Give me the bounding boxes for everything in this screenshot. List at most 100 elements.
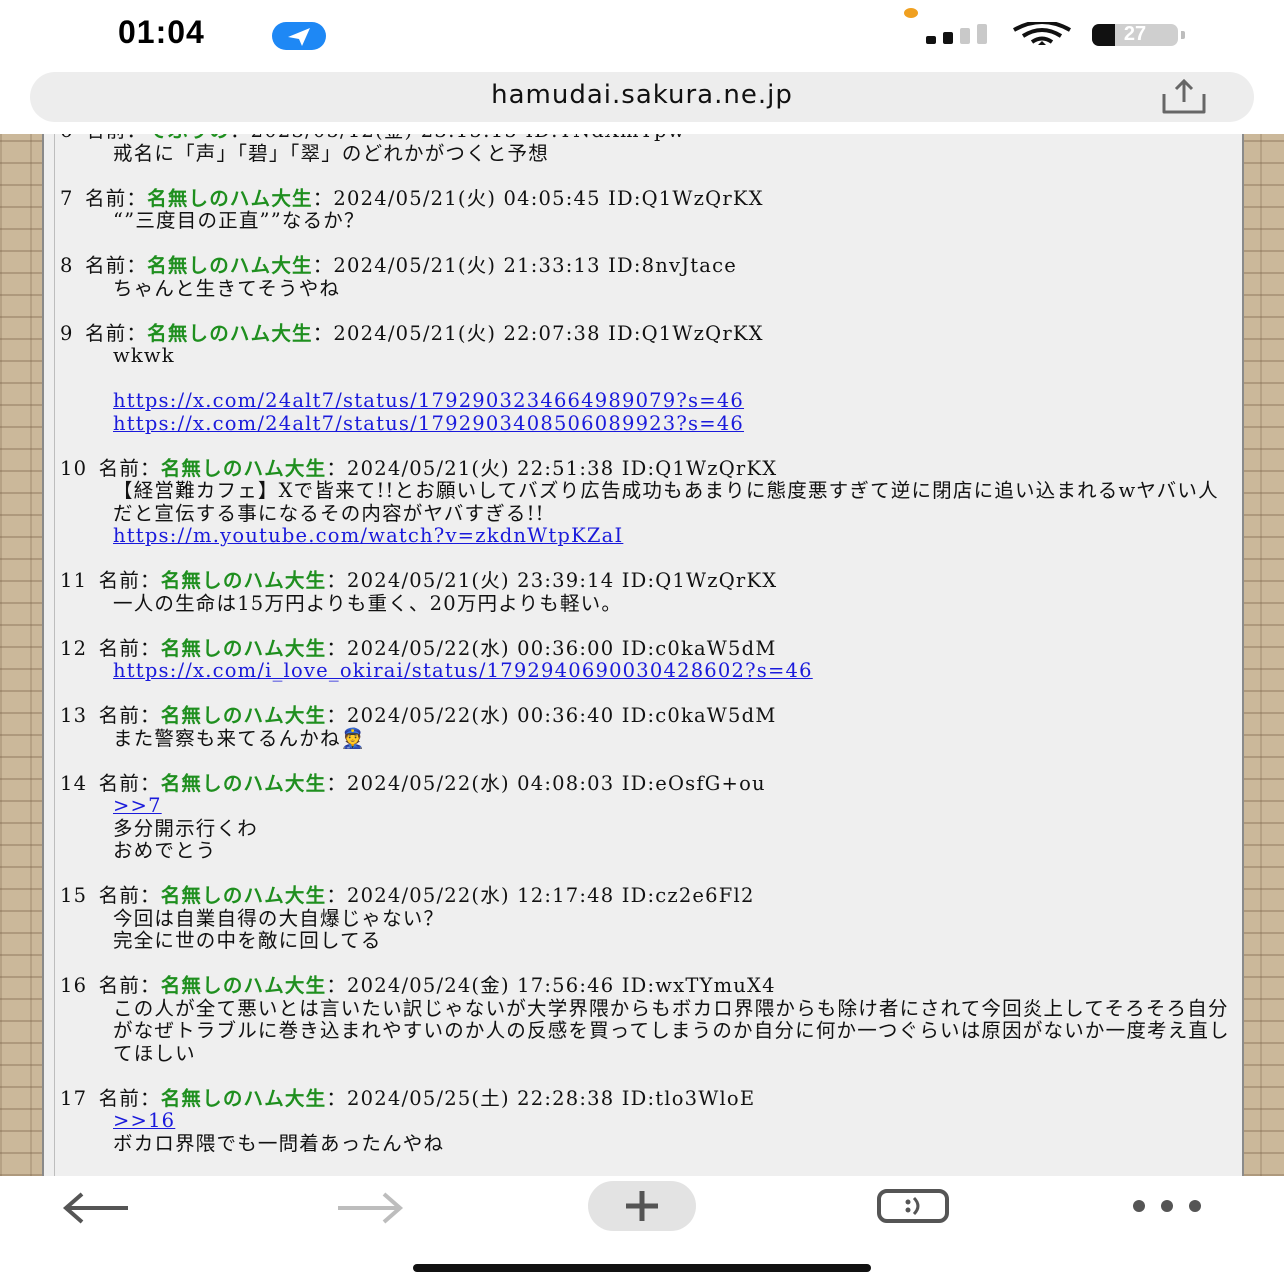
post-meta: ：2024/05/22(水) 00:36:40 ID:c0kaW5dM [326,704,777,727]
post-number: 17 [60,1086,88,1110]
post-line: ちゃんと生きてそうやね [113,276,1235,301]
post-name-label: 名前 [98,456,141,480]
post-text: ちゃんと生きてそうやね [113,276,341,300]
post-body: wkwk https://x.com/24alt7/status/17929032… [60,344,1235,436]
post: 15 名前：名無しのハム大生：2024/05/22(水) 12:17:48 ID… [60,884,1235,953]
post-header: 10 名前：名無しのハム大生：2024/05/21(火) 22:51:38 ID… [60,456,778,480]
post-body: 戒名に「声」「碧」「翠」のどれかがつくと予想 [60,142,1235,166]
post-text: ボカロ界隈でも一問着あったんやね [113,1131,445,1155]
post-number: 9 [60,321,74,345]
post-header: 11 名前：名無しのハム大生：2024/05/21(火) 23:39:14 ID… [60,569,778,592]
post-meta: ：2024/05/21(火) 23:39:14 ID:Q1WzQrKX [326,569,778,592]
post-meta: ：2024/05/21(火) 21:33:13 ID:8nvJtace [312,254,737,277]
post-link[interactable]: https://x.com/i_love_okirai/status/17929… [113,659,813,682]
cellular-signal-icon [926,24,987,44]
post-name-label: 名前 [98,884,141,907]
post-header: 9 名前：名無しのハム大生：2024/05/21(火) 22:07:38 ID:… [60,321,764,345]
post-header: 14 名前：名無しのハム大生：2024/05/22(水) 04:08:03 ID… [60,771,766,795]
tabs-icon[interactable] [876,1188,950,1224]
post-number: 16 [60,974,88,997]
post-header: 7 名前：名無しのハム大生：2024/05/21(火) 04:05:45 ID:… [60,186,764,210]
post-header: 13 名前：名無しのハム大生：2024/05/22(水) 00:36:40 ID… [60,704,777,727]
post-line: wkwk [113,344,1235,368]
post-number: 6 [60,134,74,142]
post-name-label: 名前 [85,186,127,210]
address-bar[interactable]: hamudai.sakura.ne.jp [30,72,1254,122]
post-meta: ：2024/05/21(火) 22:51:38 ID:Q1WzQrKX [326,456,778,480]
post-line: ボカロ界隈でも一問着あったんやね [113,1131,1235,1156]
post-author-name: 名無しのハム大生 [160,456,327,480]
thread-posts: 6 名前：てふりの：2023/05/12(金) 23:15:15 ID:TNdX… [60,134,1235,1176]
post-link[interactable]: https://x.com/24alt7/status/179290323466… [113,389,744,412]
post-link[interactable]: >>16 [113,1109,175,1132]
post-author-name: 名無しのハム大生 [160,1086,327,1110]
post: 9 名前：名無しのハム大生：2024/05/21(火) 22:07:38 ID:… [60,321,1235,436]
status-bar: 01:04 27 [0,0,1284,70]
post-meta: ：2024/05/25(土) 22:28:38 ID:tlo3WloE [326,1086,756,1110]
post-name-label: 名前 [85,254,127,277]
post-line: この人が全て悪いとは言いたい訳じゃないが大学界隈からもボカロ界隈からも除け者にさ… [113,997,1235,1066]
post-header: 12 名前：名無しのハム大生：2024/05/22(水) 00:36:00 ID… [60,636,777,660]
post-body: 一人の生命は15万円よりも重く、20万円よりも軽い。 [60,592,1235,616]
more-dots-icon[interactable] [1130,1198,1204,1214]
post: 14 名前：名無しのハム大生：2024/05/22(水) 04:08:03 ID… [60,771,1235,863]
post-meta: ：2024/05/21(火) 22:07:38 ID:Q1WzQrKX [312,321,764,345]
post-meta: ：2024/05/24(金) 17:56:46 ID:wxTYmuX4 [326,974,776,997]
post-body: 今回は自業自得の大自爆じゃない？ 完全に世の中を敵に回してる [60,907,1235,953]
post-line: https://x.com/i_love_okirai/status/17929… [113,659,1235,683]
post-author-name: 名無しのハム大生 [160,569,327,592]
post-body: ちゃんと生きてそうやね [60,276,1235,301]
post-line: 一人の生命は15万円よりも重く、20万円よりも軽い。 [113,592,1235,616]
post-text: 多分開示行くわ [113,816,258,840]
plus-icon[interactable] [588,1181,696,1231]
arrow-right-icon[interactable] [334,1188,406,1228]
battery-level: 27 [1123,24,1147,45]
post-name-label: 名前 [98,771,141,795]
post-meta: ：2024/05/22(水) 04:08:03 ID:eOsfG+ou [326,771,766,795]
post-link[interactable]: https://m.youtube.com/watch?v=zkdnWtpKZa… [113,524,623,547]
post-body: >>7 多分開示行くわ おめでとう [60,794,1235,863]
post-body: >>16 ボカロ界隈でも一問着あったんやね [60,1109,1235,1156]
post-line: 【経営難カフェ】Xで皆来て!!とお願いしてバズり広告成功もあまりに態度悪すぎて逆… [113,479,1235,525]
post-number: 14 [60,771,88,795]
share-icon[interactable] [1158,78,1210,116]
post: 6 名前：てふりの：2023/05/12(金) 23:15:15 ID:TNdX… [60,134,1235,165]
post-body: この人が全て悪いとは言いたい訳じゃないが大学界隈からもボカロ界隈からも除け者にさ… [60,997,1235,1066]
post-author-name: 名無しのハム大生 [160,771,327,795]
post-link[interactable]: https://x.com/24alt7/status/179290340850… [113,412,744,435]
home-indicator [413,1264,871,1272]
post: 8 名前：名無しのハム大生：2024/05/21(火) 21:33:13 ID:… [60,254,1235,301]
post-number: 12 [60,636,88,660]
post-author-name: 名無しのハム大生 [160,704,327,727]
post-meta: ：2024/05/21(火) 04:05:45 ID:Q1WzQrKX [312,186,764,210]
post-line: >>16 [113,1109,1235,1133]
post: 7 名前：名無しのハム大生：2024/05/21(火) 04:05:45 ID:… [60,186,1235,233]
thread-content: 6 名前：てふりの：2023/05/12(金) 23:15:15 ID:TNdX… [42,134,1244,1176]
url-text[interactable]: hamudai.sakura.ne.jp [30,80,1254,110]
post-body: “”三度目の正直””なるか？ [60,209,1235,233]
status-time: 01:04 [118,14,205,50]
post-line: 戒名に「声」「碧」「翠」のどれかがつくと予想 [113,142,1235,166]
post-line: https://x.com/24alt7/status/179290340850… [113,412,1235,436]
post-line: https://m.youtube.com/watch?v=zkdnWtpKZa… [113,524,1235,548]
post: 12 名前：名無しのハム大生：2024/05/22(水) 00:36:00 ID… [60,636,1235,683]
post-body: https://x.com/i_love_okirai/status/17929… [60,659,1235,683]
post-author-name: 名無しのハム大生 [147,321,313,345]
post-line: 完全に世の中を敵に回してる [113,929,1235,953]
post-author-name: 名無しのハム大生 [147,186,313,210]
web-page[interactable]: 6 名前：てふりの：2023/05/12(金) 23:15:15 ID:TNdX… [0,134,1284,1176]
post-author-name: 名無しのハム大生 [160,636,327,660]
post-name-label: 名前 [98,636,141,660]
post: 16 名前：名無しのハム大生：2024/05/24(金) 17:56:46 ID… [60,974,1235,1066]
post-header: 15 名前：名無しのハム大生：2024/05/22(水) 12:17:48 ID… [60,884,755,907]
post-line: >>7 [113,794,1235,818]
post-line: https://x.com/24alt7/status/179290323466… [113,389,1235,413]
battery-icon: 27 [1092,24,1188,48]
post-body: また警察も来てるんかね👮 [60,727,1235,751]
post-line: “”三度目の正直””なるか？ [113,209,1235,233]
post-number: 10 [60,456,88,480]
post-number: 13 [60,704,88,727]
arrow-left-icon[interactable] [60,1188,132,1228]
post-meta: ：2024/05/22(水) 12:17:48 ID:cz2e6Fl2 [326,884,755,907]
post-link[interactable]: >>7 [113,794,162,817]
